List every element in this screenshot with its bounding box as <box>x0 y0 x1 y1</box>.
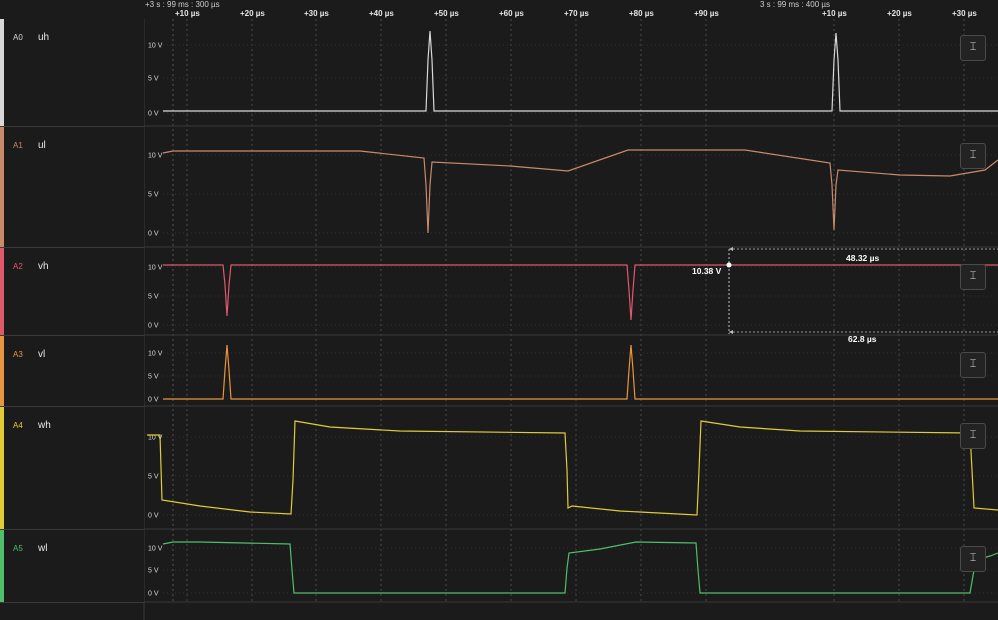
voltage-tick-label: 0 V <box>148 397 159 404</box>
channel-label-vl[interactable]: A3 vl <box>0 336 144 407</box>
channel-color-bar <box>0 19 4 126</box>
voltage-tick-label: 0 V <box>148 111 159 118</box>
voltage-tick-label: 10 V <box>148 351 163 358</box>
autoscale-button[interactable]: ⌶ <box>960 35 986 61</box>
channel-label-wl[interactable]: A5 wl <box>0 530 144 603</box>
channel-name: ul <box>38 140 46 151</box>
channel-name: vh <box>38 261 49 272</box>
voltage-tick-label: 5 V <box>148 192 159 199</box>
voltage-tick-label: 5 V <box>148 474 159 481</box>
time-tick-label: +60 µs <box>499 9 524 18</box>
voltage-tick-label: 5 V <box>148 374 159 381</box>
fit-vertical-icon: ⌶ <box>969 552 977 564</box>
fit-vertical-icon: ⌶ <box>969 358 977 370</box>
time-tick-label: +30 µs <box>952 9 977 18</box>
measurement-point[interactable] <box>726 262 732 268</box>
channel-id: A2 <box>13 262 23 271</box>
fit-vertical-icon: ⌶ <box>969 149 977 161</box>
channel-id: A3 <box>13 350 23 359</box>
measurement-voltage: 10.38 V <box>692 266 722 276</box>
voltage-tick-label: 0 V <box>148 323 159 330</box>
fit-vertical-icon: ⌶ <box>969 270 977 282</box>
time-tick-label: +70 µs <box>564 9 589 18</box>
fit-vertical-icon: ⌶ <box>969 429 977 441</box>
channel-color-bar <box>0 407 4 529</box>
voltage-tick-label: 5 V <box>148 294 159 301</box>
channel-color-bar <box>0 248 4 335</box>
voltage-tick-label: 0 V <box>148 231 159 238</box>
channel-label-uh[interactable]: A0 uh <box>0 19 144 127</box>
channel-id: A0 <box>13 33 23 42</box>
voltage-tick-label: 10 V <box>148 265 163 272</box>
channel-name: wh <box>38 420 51 431</box>
voltage-tick-label: 10 V <box>148 153 163 160</box>
waveform-plot[interactable]: 10 V 5 V 0 V 10 V 5 V 0 V 10 V 5 V 0 V 10 V 5 V 0 V… <box>0 0 998 620</box>
time-tick-label: +80 µs <box>629 9 654 18</box>
voltage-tick-label: 10 V <box>148 43 163 50</box>
channel-color-bar <box>0 530 4 602</box>
autoscale-button[interactable]: ⌶ <box>960 423 986 449</box>
voltage-tick-label: 10 V <box>148 546 163 553</box>
measurement-period: 62.8 µs <box>848 334 877 344</box>
time-tick-label: +10 µs <box>175 9 200 18</box>
voltage-tick-label: 5 V <box>148 76 159 83</box>
channel-color-bar <box>0 127 4 247</box>
autoscale-button[interactable]: ⌶ <box>960 143 986 169</box>
channel-id: A4 <box>13 421 23 430</box>
fit-vertical-icon: ⌶ <box>969 41 977 53</box>
channel-id: A5 <box>13 544 23 553</box>
channel-label-wh[interactable]: A4 wh <box>0 407 144 530</box>
time-reference-left: +3 s : 99 ms : 300 µs <box>145 0 220 9</box>
time-tick-label: +10 µs <box>822 9 847 18</box>
voltage-tick-label: 0 V <box>148 513 159 520</box>
time-tick-label: +50 µs <box>434 9 459 18</box>
channel-name: wl <box>38 543 48 554</box>
voltage-tick-label: 5 V <box>148 568 159 575</box>
time-tick-label: +20 µs <box>240 9 265 18</box>
time-tick-label: +40 µs <box>369 9 394 18</box>
autoscale-button[interactable]: ⌶ <box>960 546 986 572</box>
time-reference-right: 3 s : 99 ms : 400 µs <box>760 0 830 9</box>
time-ruler[interactable]: +3 s : 99 ms : 300 µs 3 s : 99 ms : 400 … <box>0 0 998 19</box>
channel-id: A1 <box>13 141 23 150</box>
time-tick-label: +90 µs <box>694 9 719 18</box>
ruler-spacer <box>0 0 144 19</box>
time-tick-label: +20 µs <box>887 9 912 18</box>
autoscale-button[interactable]: ⌶ <box>960 352 986 378</box>
channel-label-ul[interactable]: A1 ul <box>0 127 144 248</box>
voltage-tick-label: 0 V <box>148 591 159 598</box>
channel-color-bar <box>0 336 4 406</box>
measurement-pulse-width: 48.32 µs <box>846 253 880 263</box>
channel-label-vh[interactable]: A2 vh <box>0 248 144 336</box>
time-tick-label: +30 µs <box>304 9 329 18</box>
channel-name: uh <box>38 32 50 43</box>
channel-name: vl <box>38 349 46 360</box>
autoscale-button[interactable]: ⌶ <box>960 264 986 290</box>
